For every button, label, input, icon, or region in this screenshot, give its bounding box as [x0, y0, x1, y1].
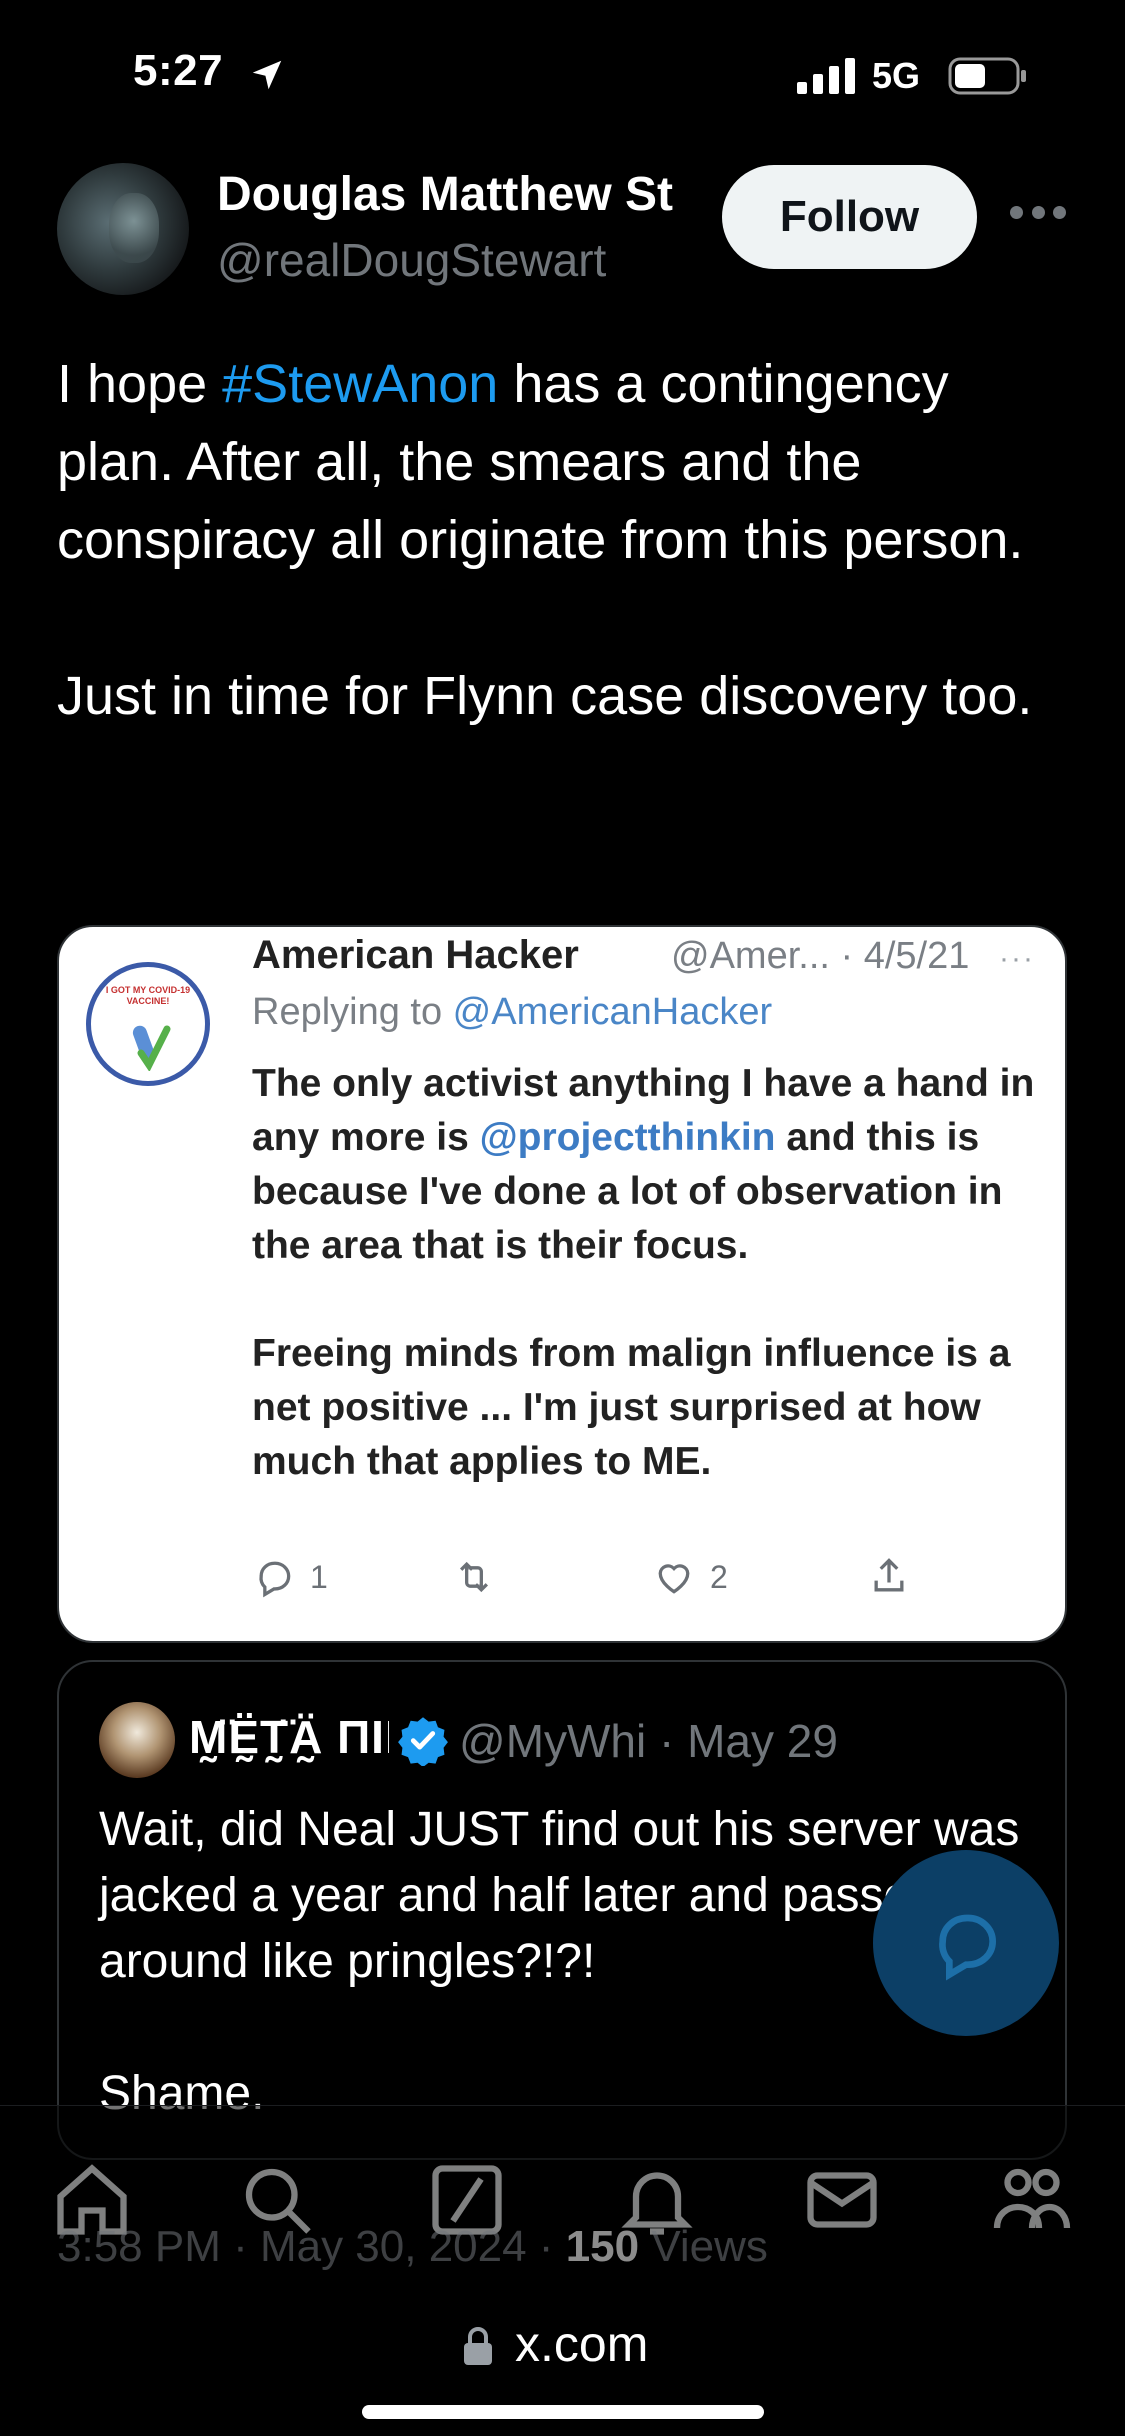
embedded-author-name: American Hacker	[252, 933, 579, 977]
follow-button[interactable]: Follow	[722, 165, 977, 269]
hashtag-link[interactable]: #StewAnon	[222, 354, 498, 414]
embedded-retweet	[452, 1555, 496, 1599]
reply-icon	[259, 1561, 291, 1598]
vaccine-check-icon	[132, 1025, 171, 1071]
author-handle[interactable]: @realDougStewart	[217, 233, 606, 287]
home-indicator[interactable]	[362, 2405, 764, 2419]
embedded-share	[867, 1555, 911, 1599]
quoted-handle-date: @MyWhi · May 29	[459, 1715, 838, 1767]
tweet-text-para2: Just in time for Flynn case discovery to…	[57, 666, 1033, 726]
status-time: 5:27	[133, 46, 224, 95]
floating-reply-button[interactable]	[873, 1850, 1059, 2036]
cellular-signal-icon	[797, 58, 855, 94]
url-text[interactable]: x.com	[515, 2315, 648, 2373]
quoted-author-avatar	[99, 1702, 175, 1778]
embedded-handle-date: @Amer... · 4/5/21	[671, 935, 970, 977]
tweet-timestamp: 3:58 PM · May 30, 2024 · 150 Views	[57, 2222, 768, 2271]
quoted-author-name: M̰̈Ḛ̈T̰̈Ä̰ ПIПJΛ C	[189, 1711, 389, 1763]
lock-icon	[464, 2327, 492, 2365]
attached-screenshot-image[interactable]: I GOT MY COVID-19 VACCINE! American Hack…	[57, 925, 1067, 1643]
embedded-avatar: I GOT MY COVID-19 VACCINE!	[86, 962, 210, 1086]
verified-badge-icon	[398, 1717, 448, 1766]
author-avatar[interactable]	[57, 163, 189, 295]
author-display-name[interactable]: Douglas Matthew St	[217, 167, 697, 222]
battery-icon	[948, 57, 1026, 95]
more-options-icon[interactable]	[1010, 206, 1066, 222]
messages-envelope-icon[interactable]	[800, 2158, 884, 2242]
embedded-more-icon: ···	[999, 942, 1035, 975]
embedded-actions: 1 2	[252, 1555, 972, 1609]
status-bar: 5:27 5G	[0, 0, 1125, 150]
view-count: 150	[565, 2222, 640, 2271]
browser-url-bar[interactable]: x.com	[0, 2285, 1125, 2436]
communities-icon[interactable]	[990, 2158, 1074, 2242]
retweet-icon	[459, 1561, 489, 1593]
location-arrow-icon	[252, 60, 282, 90]
embedded-replying-to: Replying to @AmericanHacker	[252, 991, 773, 1033]
tweet-text-pre: I hope	[57, 354, 223, 414]
reply-bubble-icon	[939, 1914, 997, 1981]
embedded-like: 2	[652, 1555, 728, 1599]
heart-icon	[658, 1564, 690, 1594]
vaccine-badge-text: I GOT MY COVID-19 VACCINE!	[105, 985, 191, 1006]
embedded-body: The only activist anything I have a hand…	[252, 1062, 1035, 1483]
tweet-text: I hope #StewAnon has a contingency plan.…	[57, 345, 1067, 735]
embedded-reply: 1	[252, 1555, 328, 1599]
share-icon	[874, 1558, 904, 1592]
network-type: 5G	[872, 55, 921, 96]
